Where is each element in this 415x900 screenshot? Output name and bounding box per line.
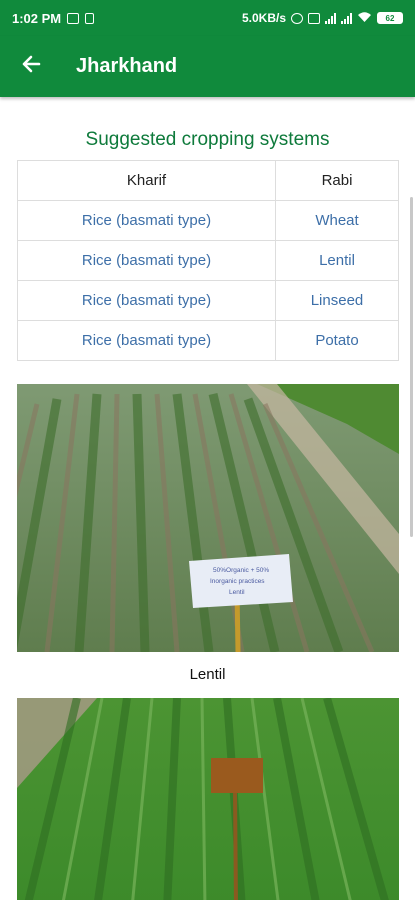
status-time: 1:02 PM (12, 10, 62, 26)
table-row: Rice (basmati type) Wheat (17, 200, 399, 241)
content-scroll[interactable]: Suggested cropping systems Kharif Rabi R… (0, 97, 415, 900)
sign-line: Lentil (229, 589, 245, 596)
cell-rabi[interactable]: Wheat (275, 200, 399, 241)
cell-kharif[interactable]: Rice (basmati type) (17, 240, 276, 281)
cell-rabi[interactable]: Potato (275, 320, 399, 361)
table-header-row: Kharif Rabi (17, 160, 399, 201)
table-row: Rice (basmati type) Linseed (17, 280, 399, 321)
cell-rabi[interactable]: Lentil (275, 240, 399, 281)
scrollbar[interactable] (410, 197, 413, 537)
page-title: Jharkhand (76, 55, 178, 77)
header-kharif: Kharif (17, 160, 276, 201)
crop-photo-field (17, 698, 399, 900)
signal-2-icon (341, 12, 352, 24)
cropping-table: Kharif Rabi Rice (basmati type) Wheat Ri… (17, 160, 399, 361)
arrow-left-icon (21, 55, 41, 78)
wifi-icon (357, 11, 372, 26)
battery-icon: 62 (377, 12, 403, 24)
gmail-icon (67, 12, 80, 24)
signal-icon (325, 12, 336, 24)
cell-kharif[interactable]: Rice (basmati type) (17, 280, 276, 321)
photo-caption: Lentil (189, 666, 226, 683)
table-row: Rice (basmati type) Lentil (17, 240, 399, 281)
back-button[interactable] (0, 36, 62, 97)
sign-line: 50%Organic + 50% (213, 567, 269, 574)
app-bar: Jharkhand (0, 36, 415, 97)
crop-photo-lentil: 50%Organic + 50% Inorganic practices Len… (17, 384, 399, 652)
field-sign: 50%Organic + 50% Inorganic practices Len… (189, 554, 293, 608)
network-speed: 5.0KB/s (241, 11, 286, 25)
status-bar: 1:02 PM 5.0KB/s 62 (0, 0, 415, 36)
trash-icon (85, 12, 95, 24)
sign-line: Inorganic practices (210, 578, 265, 585)
cell-kharif[interactable]: Rice (basmati type) (17, 200, 276, 241)
cell-rabi[interactable]: Linseed (275, 280, 399, 321)
table-row: Rice (basmati type) Potato (17, 320, 399, 361)
volte-icon (308, 12, 320, 24)
alarm-icon (291, 12, 303, 24)
cell-kharif[interactable]: Rice (basmati type) (17, 320, 276, 361)
section-title: Suggested cropping systems (85, 129, 330, 150)
header-rabi: Rabi (275, 160, 399, 201)
